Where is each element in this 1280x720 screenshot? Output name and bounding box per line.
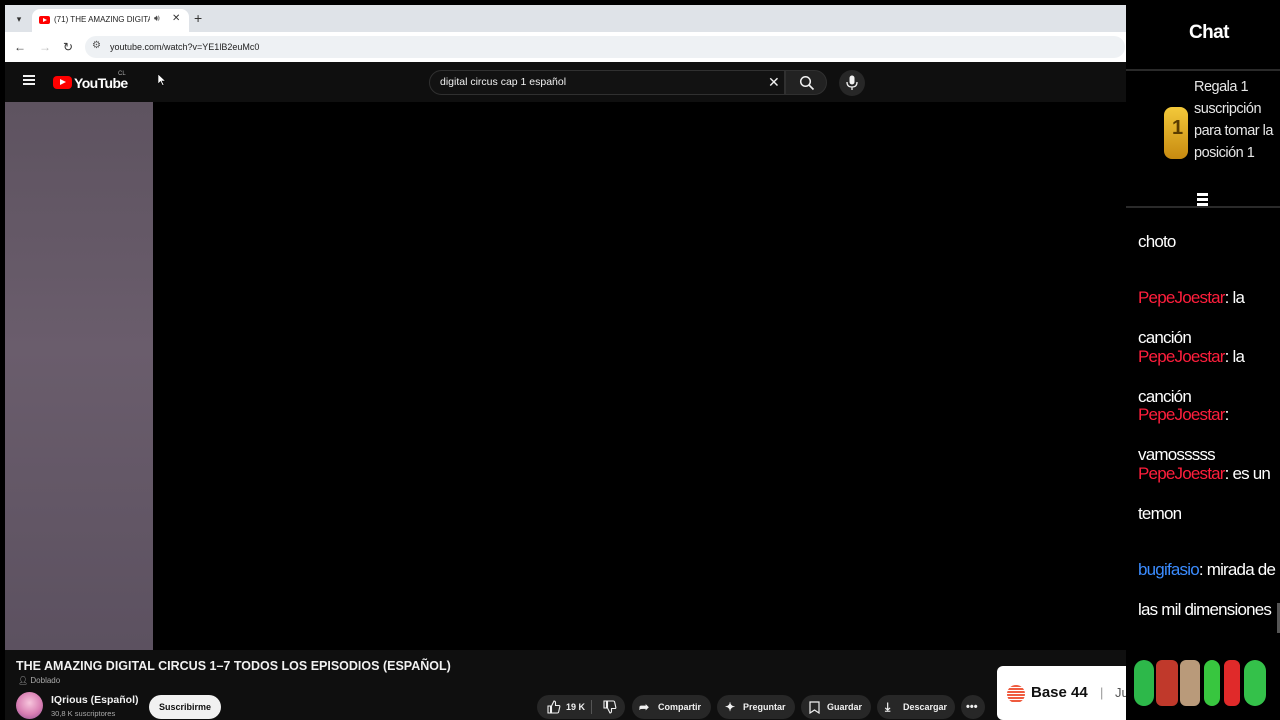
like-count[interactable]: 19 K [566, 695, 585, 719]
search-button[interactable] [785, 70, 827, 95]
youtube-masthead: YouTube CL digital circus cap 1 español … [5, 62, 1126, 102]
chat-divider [1126, 206, 1280, 208]
youtube-play-icon [53, 76, 72, 89]
sponsor-logo-icon [1007, 685, 1025, 703]
share-button[interactable]: ➦ Compartir [632, 695, 711, 719]
mouse-cursor-icon [158, 74, 166, 86]
sparkle-icon: ✦ [725, 700, 736, 714]
tab-search-icon[interactable]: ▾ [11, 11, 27, 27]
clear-search-icon[interactable]: ✕ [768, 74, 780, 90]
dubbed-person-icon: 👤︎ [18, 676, 29, 685]
save-label: Guardar [827, 702, 863, 712]
search-query[interactable]: digital circus cap 1 español [440, 76, 566, 89]
emote-icon [1180, 660, 1200, 706]
tab-title: (71) THE AMAZING DIGITAL [54, 15, 150, 24]
youtube-logo-text: YouTube [74, 75, 128, 91]
channel-name[interactable]: IQrious (Español) [51, 694, 139, 707]
bookmark-icon [809, 695, 820, 720]
chat-username: PepeJoestar [1138, 405, 1225, 424]
chat-message: PepeJoestar: es un temon [1138, 454, 1278, 534]
share-label: Compartir [658, 702, 702, 712]
download-button[interactable]: ⤓ Descargar [877, 695, 955, 719]
thumbs-down-icon[interactable] [603, 695, 617, 720]
like-dislike-group: 19 K [537, 695, 625, 719]
download-label: Descargar [903, 702, 948, 712]
new-tab-icon[interactable]: + [194, 10, 202, 26]
chat-message: bugifasio: mirada de las mil dimensiones [1138, 550, 1278, 630]
url-field[interactable]: ⚙ youtube.com/watch?v=YE1lB2euMc0 [85, 36, 1125, 58]
chat-message: choto [1138, 222, 1278, 262]
emote-row [1134, 660, 1276, 710]
stream-chat-overlay: Chat 1 Regala 1 suscripción para tomar l… [1126, 0, 1280, 720]
chat-title: Chat [1189, 22, 1229, 43]
video-title: THE AMAZING DIGITAL CIRCUS 1–7 TODOS LOS… [16, 659, 451, 673]
sponsor-separator: | [1100, 685, 1104, 700]
site-info-icon[interactable]: ⚙ [92, 40, 101, 51]
like-divider [591, 700, 592, 714]
voice-search-button[interactable] [839, 70, 865, 96]
dubbed-badge: 👤︎ Doblado [18, 676, 60, 686]
sponsor-extra-text: Ju [1115, 685, 1126, 700]
close-tab-icon[interactable]: ✕ [172, 13, 180, 25]
chat-divider [1126, 69, 1280, 71]
more-actions-button[interactable]: ••• [961, 695, 985, 719]
subscriber-count: 30,8 K suscriptores [51, 709, 116, 718]
video-frame-panel [5, 102, 153, 650]
chat-username: PepeJoestar [1138, 347, 1225, 366]
browser-tab[interactable]: (71) THE AMAZING DIGITAL 🔊︎ ✕ [32, 9, 189, 32]
browser-window: ▾ (71) THE AMAZING DIGITAL 🔊︎ ✕ + ← → ↻ … [5, 5, 1126, 720]
emote-icon [1134, 660, 1154, 706]
emote-icon [1156, 660, 1178, 706]
dubbed-label: Doblado [30, 676, 61, 685]
ask-label: Preguntar [743, 702, 786, 712]
search-icon [799, 75, 815, 91]
chat-username: PepeJoestar [1138, 288, 1225, 307]
share-icon: ➦ [639, 700, 650, 714]
more-dots-icon: ••• [966, 701, 978, 713]
chat-username: PepeJoestar [1138, 464, 1225, 483]
screen: ▾ (71) THE AMAZING DIGITAL 🔊︎ ✕ + ← → ↻ … [0, 0, 1280, 720]
save-button[interactable]: Guardar [801, 695, 871, 719]
emote-icon [1244, 660, 1266, 706]
thumbs-up-icon[interactable] [547, 695, 561, 720]
medal-number: 1 [1172, 117, 1184, 139]
search-input[interactable]: digital circus cap 1 español ✕ [429, 70, 785, 95]
reload-icon[interactable]: ↻ [63, 40, 73, 54]
sponsor-card[interactable]: Base 44 | Ju [997, 666, 1126, 720]
tab-strip: ▾ (71) THE AMAZING DIGITAL 🔊︎ ✕ + [5, 5, 1126, 32]
chat-username: bugifasio [1138, 560, 1200, 579]
subscribe-button[interactable]: Suscribirme [149, 695, 221, 719]
url-text[interactable]: youtube.com/watch?v=YE1lB2euMc0 [110, 41, 259, 53]
speaker-icon[interactable]: 🔊︎ [154, 13, 160, 24]
download-icon: ⤓ [885, 700, 891, 714]
gift-sub-prompt: Regala 1 suscripción para tomar la posic… [1194, 79, 1273, 161]
country-code: CL [118, 71, 126, 77]
emote-icon [1204, 660, 1220, 706]
forward-arrow-icon[interactable]: → [39, 40, 51, 54]
microphone-icon [846, 75, 858, 90]
sponsor-name: Base 44 [1031, 684, 1088, 701]
video-player[interactable] [5, 102, 1126, 650]
youtube-favicon-icon [39, 16, 50, 24]
menu-icon[interactable] [23, 75, 35, 85]
channel-avatar[interactable] [16, 692, 43, 719]
emote-icon [1224, 660, 1240, 706]
address-bar: ← → ↻ ⚙ youtube.com/watch?v=YE1lB2euMc0 [5, 32, 1126, 62]
back-arrow-icon[interactable]: ← [14, 40, 26, 54]
chat-text: choto [1138, 232, 1176, 251]
ask-button[interactable]: ✦ Preguntar [717, 695, 795, 719]
